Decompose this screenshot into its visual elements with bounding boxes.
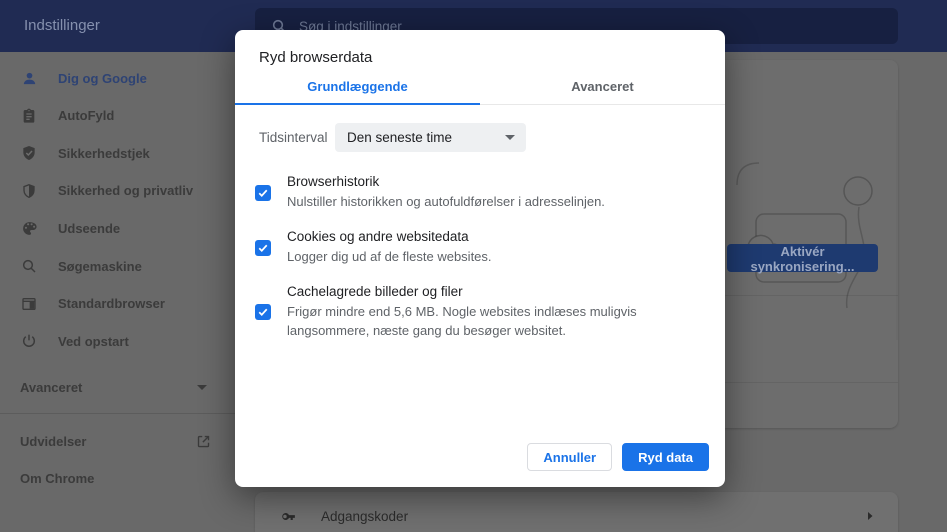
option-title: Cookies og andre websitedata [287, 229, 492, 244]
cancel-button[interactable]: Annuller [527, 443, 612, 471]
option-title: Browserhistorik [287, 174, 605, 189]
option-description: Frigør mindre end 5,6 MB. Nogle websites… [287, 302, 701, 340]
clear-browsing-data-dialog: Ryd browserdata Grundlæggende Avanceret … [235, 30, 725, 487]
tab-advanced[interactable]: Avanceret [480, 75, 725, 104]
tab-basic[interactable]: Grundlæggende [235, 75, 480, 104]
clear-data-options: Browserhistorik Nulstiller historikken o… [235, 174, 725, 340]
option-description: Logger dig ud af de fleste websites. [287, 247, 492, 266]
active-tab-indicator [235, 103, 480, 105]
option-row-cached-files: Cachelagrede billeder og filer Frigør mi… [235, 284, 725, 340]
chrome-settings-page: Indstillinger Dig og Google AutoFyld S [0, 0, 947, 532]
time-range-row: Tidsinterval Den seneste time [259, 123, 701, 152]
dialog-actions: Annuller Ryd data [527, 443, 709, 471]
time-range-select[interactable]: Den seneste time [335, 123, 526, 152]
checkbox-browsing-history[interactable] [255, 185, 271, 201]
dialog-title: Ryd browserdata [235, 30, 725, 75]
option-row-cookies: Cookies og andre websitedata Logger dig … [235, 229, 725, 266]
clear-data-button[interactable]: Ryd data [622, 443, 709, 471]
time-range-value: Den seneste time [347, 130, 452, 145]
select-caret-icon [505, 135, 515, 140]
option-title: Cachelagrede billeder og filer [287, 284, 701, 299]
option-row-browsing-history: Browserhistorik Nulstiller historikken o… [235, 174, 725, 211]
checkbox-cookies[interactable] [255, 240, 271, 256]
checkbox-cached-files[interactable] [255, 304, 271, 320]
time-range-label: Tidsinterval [259, 130, 327, 145]
option-description: Nulstiller historikken og autofuldførels… [287, 192, 605, 211]
dialog-tabs: Grundlæggende Avanceret [235, 75, 725, 105]
